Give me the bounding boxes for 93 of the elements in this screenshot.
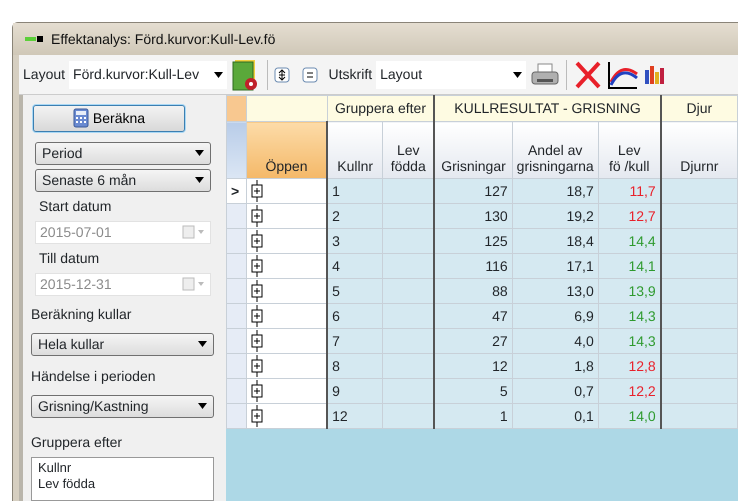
expand-icon[interactable] — [250, 380, 263, 402]
column-header[interactable]: Kullnr — [327, 122, 383, 178]
table-cell: 127 — [434, 178, 512, 204]
event-label: Händelse i perioden — [31, 366, 157, 386]
expand-all-icon[interactable] — [274, 66, 290, 82]
expand-icon[interactable] — [250, 355, 263, 377]
table-cell: 18,7 — [512, 178, 598, 204]
column-header[interactable]: Öppen — [246, 122, 328, 178]
delete-icon[interactable] — [573, 60, 604, 90]
group-header: KULLRESULTAT - GRISNING — [434, 96, 661, 122]
litter-calc-dropdown[interactable]: Hela kullar — [31, 332, 214, 356]
calculator-icon — [72, 108, 89, 128]
table-cell: 1 — [434, 404, 512, 428]
collapse-all-icon[interactable] — [302, 66, 318, 82]
table-cell: 0,7 — [512, 378, 598, 404]
table-cell: 88 — [434, 278, 512, 304]
event-dropdown[interactable]: Grisning/Kastning — [31, 394, 214, 418]
table-cell: 3 — [327, 228, 383, 254]
table-cell: 1 — [327, 178, 383, 204]
caret-icon — [195, 150, 204, 156]
expand-icon[interactable] — [250, 230, 263, 252]
table-cell: 7 — [327, 328, 383, 354]
group-by-list[interactable]: Kullnr Lev födda — [31, 456, 214, 501]
group-header: Gruppera efter — [327, 96, 434, 122]
column-header[interactable]: Grisningar — [434, 122, 512, 178]
expand-icon[interactable] — [250, 205, 263, 227]
table-cell: 125 — [434, 228, 512, 254]
analysis-view-dropdown[interactable]: Förd.kurvor:Kull-Lev — [69, 60, 228, 88]
column-header[interactable]: Lev fö /kull — [598, 122, 661, 178]
current-row-marker: > — [231, 182, 240, 198]
table-cell: 19,2 — [512, 204, 598, 228]
bar-chart-icon[interactable] — [643, 64, 666, 86]
table-cell: 5 — [434, 378, 512, 404]
curve-chart-icon[interactable] — [607, 60, 640, 90]
table-cell: 6,9 — [512, 304, 598, 328]
table-cell: 5 — [327, 278, 383, 304]
expand-icon[interactable] — [250, 180, 263, 202]
table-cell: 13,9 — [598, 278, 661, 304]
table-cell: 12 — [327, 404, 383, 428]
table-cell: 12 — [434, 354, 512, 378]
table-cell: 17,1 — [512, 254, 598, 278]
calculate-button[interactable]: Beräkna — [33, 105, 185, 132]
print-label: Utskrift — [328, 65, 372, 84]
list-item[interactable]: Lev födda — [38, 476, 207, 492]
table-cell: 1,8 — [512, 354, 598, 378]
caret-icon — [513, 72, 522, 78]
litter-calc-label: Beräkning kullar — [31, 304, 132, 324]
list-item[interactable]: Kullnr — [38, 460, 207, 476]
table-cell: 4,0 — [512, 328, 598, 354]
table-cell: 14,3 — [598, 304, 661, 328]
column-header[interactable]: Djurnr — [660, 122, 738, 178]
table-cell: 18,4 — [512, 228, 598, 254]
table-cell: 130 — [434, 204, 512, 228]
caret-icon — [198, 403, 207, 410]
window-title: Effektanalys: Förd.kurvor:Kull-Lev.fö — [51, 30, 276, 49]
table-cell: 47 — [434, 304, 512, 328]
table-cell: 9 — [327, 378, 383, 404]
table-cell: 116 — [434, 254, 512, 278]
range-dropdown[interactable]: Senaste 6 mån — [35, 168, 211, 192]
group-header: Djur — [660, 96, 738, 122]
expand-icon[interactable] — [250, 255, 263, 277]
layout-label: Layout — [23, 65, 66, 84]
start-date-label: Start datum — [39, 196, 112, 216]
table-cell: 6 — [327, 304, 383, 328]
table-cell: 8 — [327, 354, 383, 378]
table-cell: 13,0 — [512, 278, 598, 304]
column-header[interactable]: Andel av grisningarna — [512, 122, 598, 178]
table-cell: 2 — [327, 204, 383, 228]
expand-icon[interactable] — [250, 330, 263, 352]
table-cell: 12,2 — [598, 378, 661, 404]
printer-icon[interactable] — [530, 62, 560, 88]
group-by-label: Gruppera efter — [31, 432, 124, 452]
table-cell: 14,0 — [598, 404, 661, 428]
end-date-label: Till datum — [39, 248, 100, 268]
print-template-dropdown[interactable]: Layout — [376, 60, 526, 88]
expand-icon[interactable] — [250, 405, 263, 427]
table-cell: 14,4 — [598, 228, 661, 254]
column-header[interactable]: Lev födda — [382, 122, 434, 178]
caret-icon — [195, 177, 204, 184]
table-cell: 14,1 — [598, 254, 661, 278]
period-dropdown[interactable]: Period — [35, 142, 211, 165]
caret-icon — [198, 341, 207, 348]
table-cell: 14,3 — [598, 328, 661, 354]
table-cell: 11,7 — [598, 178, 661, 204]
table-cell: 4 — [327, 254, 383, 278]
expand-icon[interactable] — [250, 305, 263, 327]
app-icon — [25, 36, 43, 42]
table-cell: 12,8 — [598, 354, 661, 378]
expand-icon[interactable] — [250, 280, 263, 302]
caret-icon — [214, 72, 224, 78]
table-cell: 0,1 — [512, 404, 598, 428]
table-cell: 27 — [434, 328, 512, 354]
table-cell: 12,7 — [598, 204, 661, 228]
